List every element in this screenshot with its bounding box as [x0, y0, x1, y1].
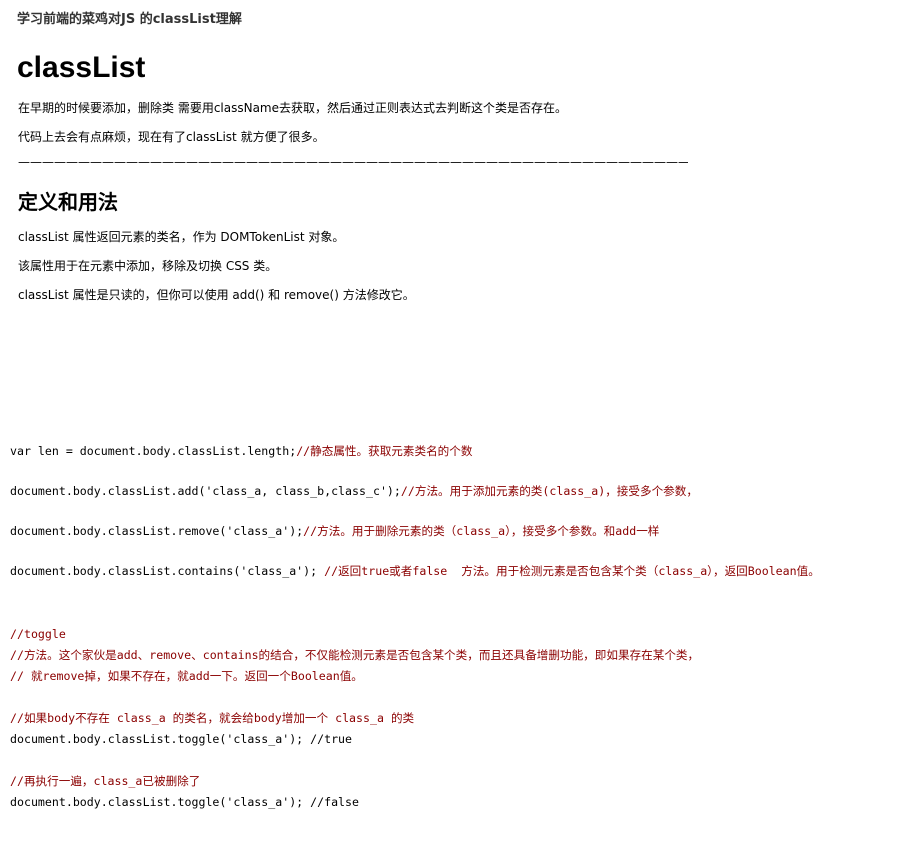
comment-toggle-label: //toggle	[10, 627, 66, 641]
comment-toggle-desc-2: // 就remove掉，如果不存在，就add一下。返回一个Boolean值。	[10, 669, 363, 683]
comment-toggle-desc-1: //方法。这个家伙是add、remove、contains的结合，不仅能检测元素…	[10, 648, 700, 662]
code-line-length: var len = document.body.classList.length…	[10, 442, 472, 460]
dash-divider: ————————————————————————————————————————…	[18, 155, 688, 169]
comment-toggle-note-1: //如果body不存在 class_a 的类名，就会给body增加一个 clas…	[10, 711, 415, 725]
code-add: document.body.classList.add('class_a, cl…	[10, 484, 401, 498]
code-line-contains: document.body.classList.contains('class_…	[10, 562, 820, 580]
code-contains: document.body.classList.contains('class_…	[10, 564, 325, 578]
post-title[interactable]: 学习前端的菜鸡对JS 的classList理解	[17, 8, 242, 27]
comment-toggle-note-2: //再执行一遍，class_a已被删除了	[10, 774, 201, 788]
definition-paragraph-3: classList 属性是只读的，但你可以使用 add() 和 remove()…	[18, 288, 415, 302]
definition-paragraph-2: 该属性用于在元素中添加，移除及切换 CSS 类。	[18, 259, 278, 273]
code-toggle-1: document.body.classList.toggle('class_a'…	[10, 732, 353, 746]
intro-paragraph-1: 在早期的时候要添加，删除类 需要用className去获取，然后通过正则表达式去…	[18, 101, 568, 115]
section-heading: 定义和用法	[18, 190, 118, 214]
comment-add: //方法。用于添加元素的类(class_a)，接受多个参数，	[400, 484, 698, 498]
code-remove: document.body.classList.remove('class_a'…	[10, 524, 304, 538]
code-toggle-2: document.body.classList.toggle('class_a'…	[10, 795, 360, 809]
comment-contains: //返回true或者false 方法。用于检测元素是否包含某个类（class_a…	[324, 564, 820, 578]
intro-paragraph-2: 代码上去会有点麻烦，现在有了classList 就方便了很多。	[18, 130, 325, 144]
code-line-remove: document.body.classList.remove('class_a'…	[10, 522, 659, 540]
comment-remove: //方法。用于删除元素的类（class_a），接受多个参数。和add一样	[303, 524, 660, 538]
comment-length: //静态属性。获取元素类名的个数	[296, 444, 473, 458]
article-heading: classList	[17, 51, 146, 84]
code-line-add: document.body.classList.add('class_a, cl…	[10, 482, 698, 500]
code-length: var len = document.body.classList.length…	[10, 444, 297, 458]
definition-paragraph-1: classList 属性返回元素的类名，作为 DOMTokenList 对象。	[18, 230, 345, 244]
